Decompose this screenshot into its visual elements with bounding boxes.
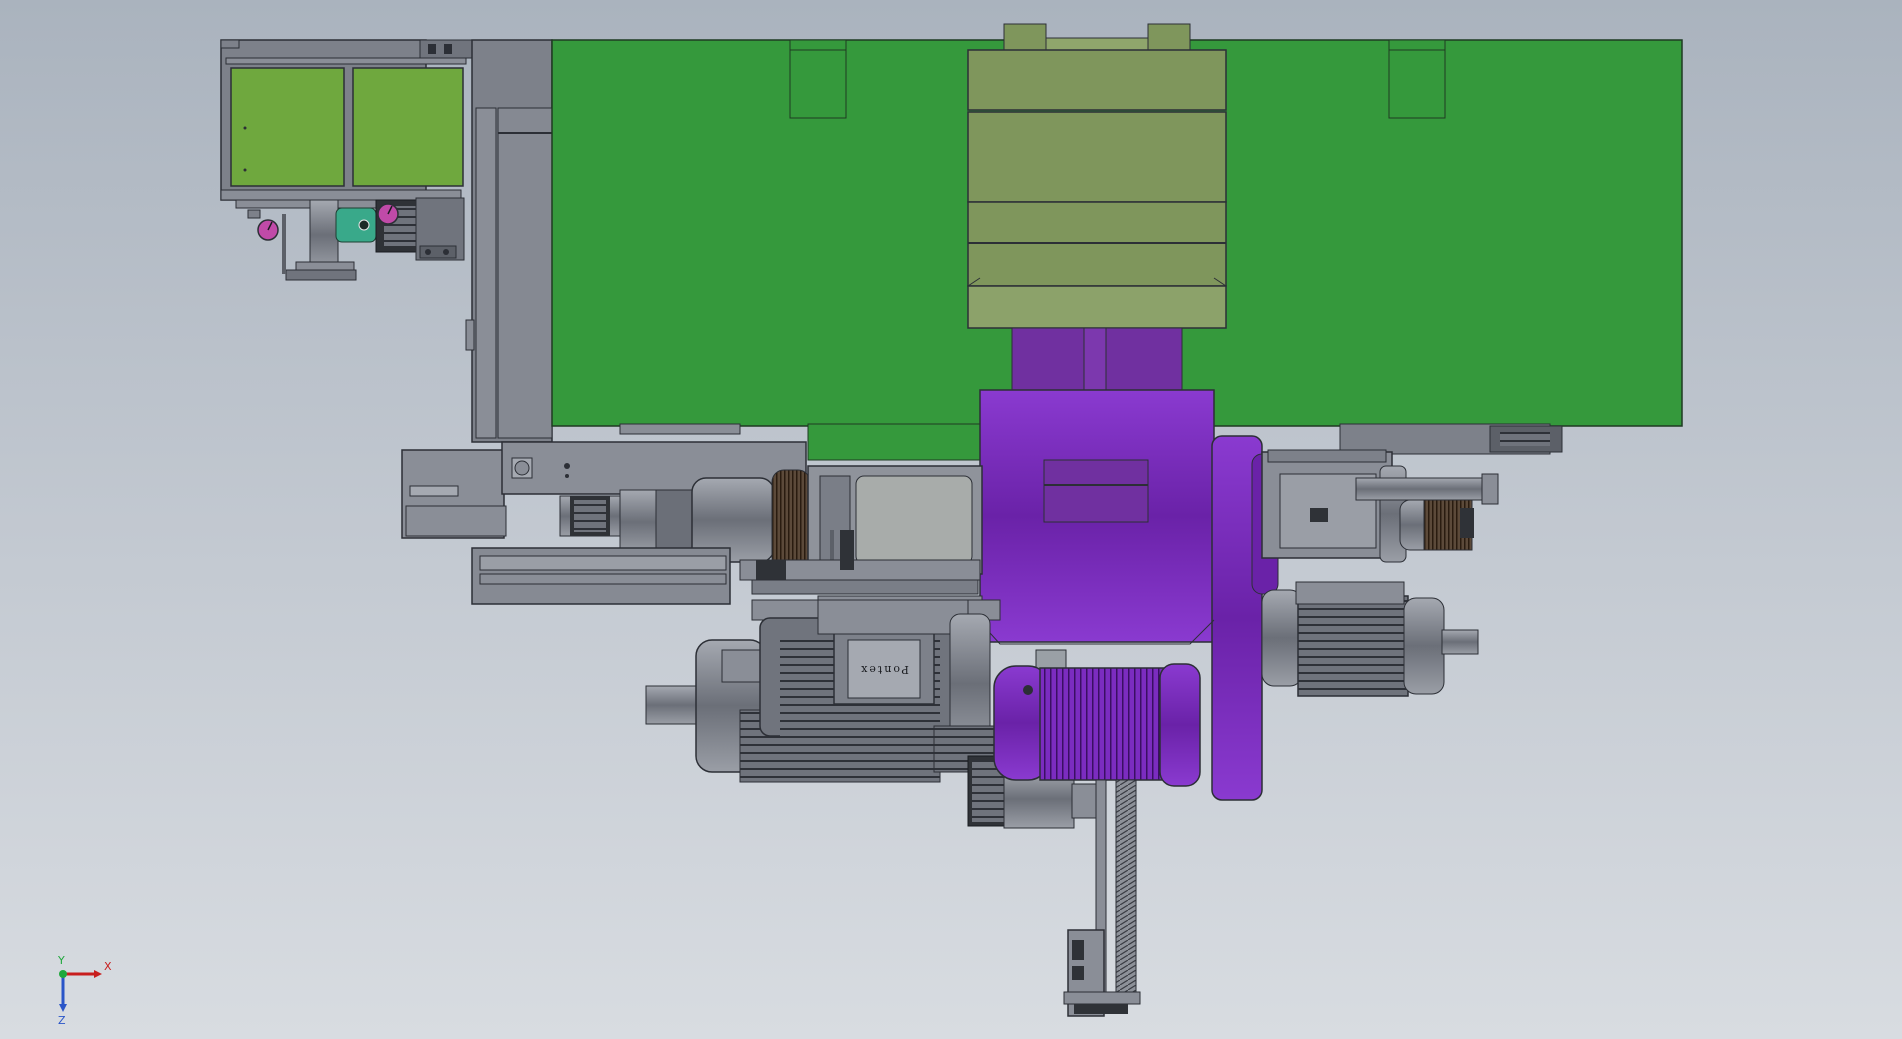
z-axis-arrow-icon [59,1004,67,1012]
right-gear-unit[interactable] [1261,449,1499,563]
purple-motor[interactable] [993,649,1201,787]
pontex-motor-left[interactable]: Pontex [645,599,995,783]
main-frame[interactable] [465,39,553,443]
axis-triad[interactable]: X Y Z [40,950,130,1030]
y-axis-icon [59,970,67,978]
x-axis-label: X [104,960,112,973]
left-cabinet[interactable] [220,39,477,201]
pneumatic-unit[interactable] [235,197,465,281]
right-motor[interactable] [1261,581,1479,697]
cad-3d-viewport[interactable]: Pontex X Y Z [0,0,1902,1039]
y-axis-label: Y [57,954,65,967]
cad-assembly-model[interactable]: Pontex [0,0,1902,1039]
motor-nameplate: Pontex [859,663,909,676]
x-axis-arrow-icon [94,970,102,978]
z-axis-label: Z [58,1014,66,1027]
olive-block[interactable] [967,23,1227,329]
